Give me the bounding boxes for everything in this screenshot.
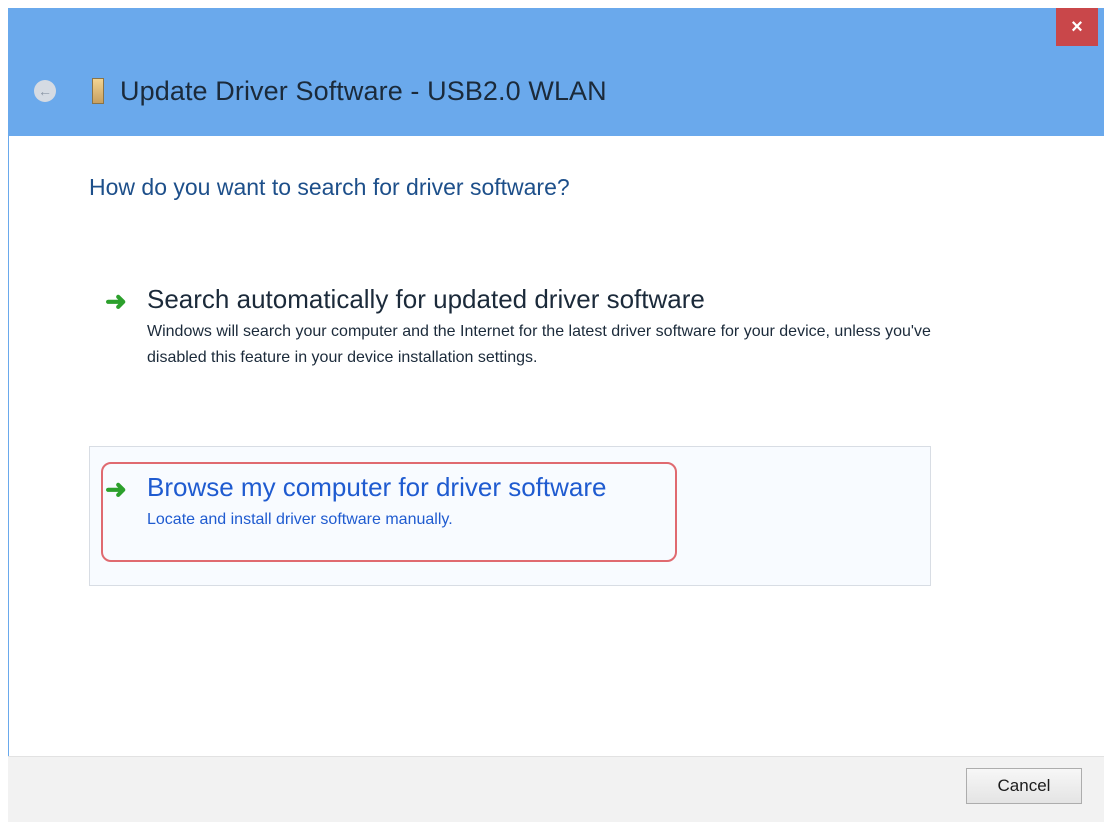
usb-device-icon xyxy=(92,78,104,104)
title-bar: × ← Update Driver Software - USB2.0 WLAN xyxy=(8,8,1104,136)
window-title: Update Driver Software - USB2.0 WLAN xyxy=(120,76,607,106)
option-description: Windows will search your computer and th… xyxy=(147,323,931,366)
back-arrow-icon: ← xyxy=(38,83,52,99)
option-description: Locate and install driver software manua… xyxy=(147,511,453,528)
close-button[interactable]: × xyxy=(1056,8,1098,46)
option-title: Search automatically for updated driver … xyxy=(147,284,705,314)
dialog-window: × ← Update Driver Software - USB2.0 WLAN… xyxy=(8,8,1105,822)
dialog-content: How do you want to search for driver sof… xyxy=(8,136,1105,756)
green-arrow-icon: ➜ xyxy=(105,474,127,504)
back-button[interactable]: ← xyxy=(34,80,56,102)
option-title: Browse my computer for driver software xyxy=(147,472,607,502)
green-arrow-icon: ➜ xyxy=(105,286,127,316)
cancel-button[interactable]: Cancel xyxy=(966,768,1082,804)
dialog-footer: Cancel xyxy=(8,756,1104,822)
close-icon: × xyxy=(1071,15,1083,38)
page-heading: How do you want to search for driver sof… xyxy=(89,174,570,200)
